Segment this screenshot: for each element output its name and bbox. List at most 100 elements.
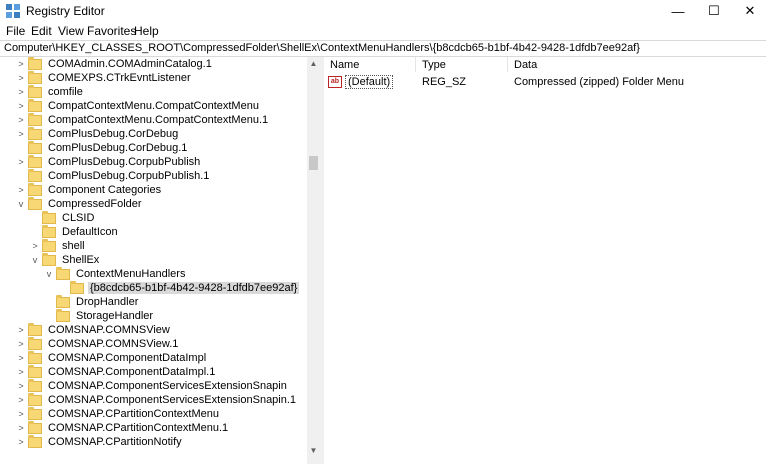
minimize-button[interactable]: — <box>660 0 696 22</box>
expand-arrow-icon[interactable]: > <box>16 337 26 351</box>
tree-item-label: DropHandler <box>76 296 139 308</box>
tree-item-label: CompressedFolder <box>48 198 142 210</box>
menu-file[interactable]: File <box>6 24 25 38</box>
tree-item[interactable]: v ContextMenuHandlers <box>44 266 187 281</box>
expand-arrow-icon[interactable]: > <box>16 351 26 365</box>
tree-item[interactable]: > COMSNAP.ComponentServicesExtensionSnapi… <box>16 392 298 407</box>
expand-arrow-icon[interactable]: > <box>16 155 26 169</box>
tree-item[interactable]: ComPlusDebug.CorpubPublish.1 <box>16 168 211 183</box>
tree-item[interactable]: > ComPlusDebug.CorDebug <box>16 126 180 141</box>
tree-item[interactable]: ComPlusDebug.CorDebug.1 <box>16 140 189 155</box>
column-header-type[interactable]: Type <box>416 57 508 72</box>
expand-arrow-icon[interactable]: > <box>16 127 26 141</box>
expand-arrow-icon <box>16 169 26 183</box>
expand-arrow-icon[interactable]: > <box>16 57 26 71</box>
tree-scrollbar[interactable]: ▲ ▼ <box>307 57 320 457</box>
tree-item[interactable]: > Component Categories <box>16 182 163 197</box>
tree-item[interactable]: CLSID <box>30 210 96 225</box>
string-value-icon: ab <box>328 76 342 88</box>
collapse-arrow-icon[interactable]: v <box>16 197 26 211</box>
folder-icon <box>28 378 42 392</box>
expand-arrow-icon[interactable]: > <box>16 183 26 197</box>
tree-item[interactable]: > comfile <box>16 84 85 99</box>
tree-item[interactable]: v ShellEx <box>30 252 101 267</box>
folder-icon <box>28 140 42 154</box>
folder-icon <box>28 406 42 420</box>
folder-icon <box>42 210 56 224</box>
tree-item-selected[interactable]: {b8cdcb65-b1bf-4b42-9428-1dfdb7ee92af} <box>58 280 300 295</box>
tree-item-label: COMSNAP.ComponentServicesExtensionSnapin… <box>48 394 297 406</box>
expand-arrow-icon[interactable]: > <box>16 71 26 85</box>
menu-favorites[interactable]: Favorites <box>87 24 136 38</box>
folder-icon <box>28 112 42 126</box>
tree-item[interactable]: > COMSNAP.COMNSView.1 <box>16 336 180 351</box>
expand-arrow-icon[interactable]: > <box>16 365 26 379</box>
tree-item[interactable]: v CompressedFolder <box>16 196 144 211</box>
scroll-thumb[interactable] <box>309 156 318 170</box>
expand-arrow-icon[interactable]: > <box>16 435 26 449</box>
collapse-arrow-icon[interactable]: v <box>30 253 40 267</box>
title-bar: Registry Editor — ☐ ✕ <box>0 0 768 22</box>
tree-item-label: {b8cdcb65-b1bf-4b42-9428-1dfdb7ee92af} <box>88 282 300 294</box>
tree-item[interactable]: > CompatContextMenu.CompatContextMenu <box>16 98 261 113</box>
tree-item[interactable]: > shell <box>30 238 87 253</box>
address-path[interactable]: Computer\HKEY_CLASSES_ROOT\CompressedFol… <box>4 42 640 54</box>
tree-item-label: COMSNAP.CPartitionContextMenu.1 <box>48 422 229 434</box>
tree-item-label: ShellEx <box>62 254 100 266</box>
folder-icon <box>28 57 42 70</box>
collapse-arrow-icon[interactable]: v <box>44 267 54 281</box>
tree-item[interactable]: > COMSNAP.ComponentServicesExtensionSnapi… <box>16 378 289 393</box>
tree-item-label: CLSID <box>62 212 95 224</box>
expand-arrow-icon[interactable]: > <box>16 421 26 435</box>
tree-item[interactable]: > ComPlusDebug.CorpubPublish <box>16 154 202 169</box>
tree-item-label: comfile <box>48 86 83 98</box>
expand-arrow-icon[interactable]: > <box>30 239 40 253</box>
tree-item-label: COMSNAP.ComponentDataImpl.1 <box>48 366 216 378</box>
expand-arrow-icon[interactable]: > <box>16 379 26 393</box>
expand-arrow-icon <box>44 295 54 309</box>
expand-arrow-icon[interactable]: > <box>16 323 26 337</box>
column-header-name[interactable]: Name <box>324 57 416 72</box>
maximize-button[interactable]: ☐ <box>696 0 732 22</box>
tree-item[interactable]: > COMSNAP.CPartitionContextMenu.1 <box>16 420 230 435</box>
folder-icon <box>28 84 42 98</box>
menu-edit[interactable]: Edit <box>31 24 52 38</box>
menu-help[interactable]: Help <box>134 24 159 38</box>
tree-item[interactable]: > COMEXPS.CTrkEvntListener <box>16 70 193 85</box>
tree-item-label: ComPlusDebug.CorDebug.1 <box>48 142 188 154</box>
folder-icon <box>28 392 42 406</box>
folder-icon <box>56 294 70 308</box>
tree-item-label: COMEXPS.CTrkEvntListener <box>48 72 191 84</box>
tree-item-label: DefaultIcon <box>62 226 118 238</box>
tree-item[interactable]: > COMSNAP.ComponentDataImpl.1 <box>16 364 217 379</box>
expand-arrow-icon <box>58 281 68 295</box>
tree-item[interactable]: DefaultIcon <box>30 224 120 239</box>
tree-item-label: Component Categories <box>48 184 162 196</box>
close-button[interactable]: ✕ <box>732 0 768 22</box>
expand-arrow-icon[interactable]: > <box>16 113 26 127</box>
expand-arrow-icon[interactable]: > <box>16 85 26 99</box>
tree-item[interactable]: > COMSNAP.CPartitionContextMenu <box>16 406 221 421</box>
tree-item[interactable]: > COMAdmin.COMAdminCatalog.1 <box>16 57 214 71</box>
folder-icon <box>28 182 42 196</box>
folder-icon <box>28 336 42 350</box>
window-title: Registry Editor <box>26 4 105 18</box>
tree-item[interactable]: DropHandler <box>44 294 140 309</box>
menu-view[interactable]: View <box>58 24 84 38</box>
tree-item[interactable]: > COMSNAP.COMNSView <box>16 322 172 337</box>
expand-arrow-icon[interactable]: > <box>16 393 26 407</box>
value-name-cell[interactable]: ab (Default) <box>328 75 394 89</box>
tree-item[interactable]: > CompatContextMenu.CompatContextMenu.1 <box>16 112 270 127</box>
scroll-down-arrow-icon[interactable]: ▼ <box>307 444 320 457</box>
menu-bar: File Edit View Favorites Help <box>0 22 768 40</box>
tree-item[interactable]: > COMSNAP.ComponentDataImpl <box>16 350 208 365</box>
address-bar[interactable]: Computer\HKEY_CLASSES_ROOT\CompressedFol… <box>0 40 766 57</box>
expand-arrow-icon[interactable]: > <box>16 407 26 421</box>
value-row[interactable]: ab (Default) REG_SZ Compressed (zipped) … <box>324 75 768 89</box>
expand-arrow-icon <box>44 309 54 323</box>
scroll-up-arrow-icon[interactable]: ▲ <box>307 57 320 70</box>
tree-item[interactable]: StorageHandler <box>44 308 155 323</box>
expand-arrow-icon[interactable]: > <box>16 99 26 113</box>
column-header-data[interactable]: Data <box>508 57 768 72</box>
tree-item[interactable]: > COMSNAP.CPartitionNotify <box>16 434 184 449</box>
